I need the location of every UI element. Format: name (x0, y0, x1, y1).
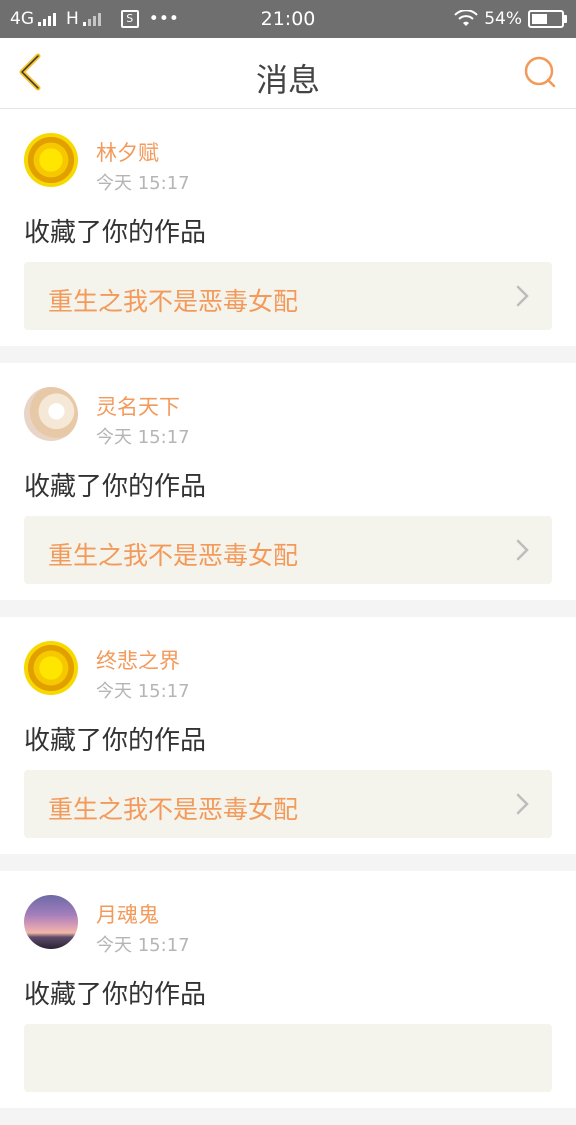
work-link-button[interactable]: 重生之我不是恶毒女配 (24, 262, 552, 330)
user-name-link[interactable]: 终悲之界 (96, 645, 180, 675)
message-item: 灵名天下 今天 15:17 收藏了你的作品 重生之我不是恶毒女配 (0, 363, 576, 600)
user-name-link[interactable]: 灵名天下 (96, 391, 180, 421)
message-time: 今天 15:17 (96, 173, 190, 194)
battery-fill (532, 14, 547, 24)
work-title: 重生之我不是恶毒女配 (48, 795, 299, 824)
message-action: 收藏了你的作品 (24, 218, 207, 248)
message-item: 月魂鬼 今天 15:17 收藏了你的作品 (0, 871, 576, 1108)
message-item: 终悲之界 今天 15:17 收藏了你的作品 重生之我不是恶毒女配 (0, 617, 576, 854)
message-action: 收藏了你的作品 (24, 980, 207, 1010)
message-time: 今天 15:17 (96, 427, 190, 448)
message-list: 林夕赋 今天 15:17 收藏了你的作品 重生之我不是恶毒女配 灵名天下 今天 … (0, 109, 576, 1125)
chevron-right-icon (516, 285, 529, 307)
work-link-button[interactable]: 重生之我不是恶毒女配 (24, 516, 552, 584)
chevron-right-icon (516, 539, 529, 561)
sunflower-avatar[interactable] (24, 641, 78, 695)
work-title: 重生之我不是恶毒女配 (48, 541, 299, 570)
nav-bar: 消息 (0, 38, 576, 109)
teacup-avatar[interactable] (24, 387, 78, 441)
user-name-link[interactable]: 月魂鬼 (96, 899, 159, 929)
wifi-icon (454, 10, 478, 26)
status-right: 54% (454, 9, 567, 29)
work-title: 重生之我不是恶毒女配 (48, 287, 299, 316)
work-link-button[interactable]: 重生之我不是恶毒女配 (24, 770, 552, 838)
message-action: 收藏了你的作品 (24, 472, 207, 502)
battery-percent: 54% (484, 9, 522, 29)
sunset-avatar[interactable] (24, 895, 78, 949)
status-bar: 4G H S ••• 21:00 54% (0, 0, 576, 38)
battery-icon (528, 10, 567, 28)
message-action: 收藏了你的作品 (24, 726, 207, 756)
message-item: 林夕赋 今天 15:17 收藏了你的作品 重生之我不是恶毒女配 (0, 109, 576, 346)
chevron-right-icon (516, 793, 529, 815)
search-icon[interactable] (520, 52, 560, 92)
user-name-link[interactable]: 林夕赋 (96, 137, 159, 167)
message-time: 今天 15:17 (96, 935, 190, 956)
page-title: 消息 (255, 61, 320, 99)
work-link-button[interactable] (24, 1024, 552, 1092)
sunflower-avatar[interactable] (24, 133, 78, 187)
message-time: 今天 15:17 (96, 681, 190, 702)
